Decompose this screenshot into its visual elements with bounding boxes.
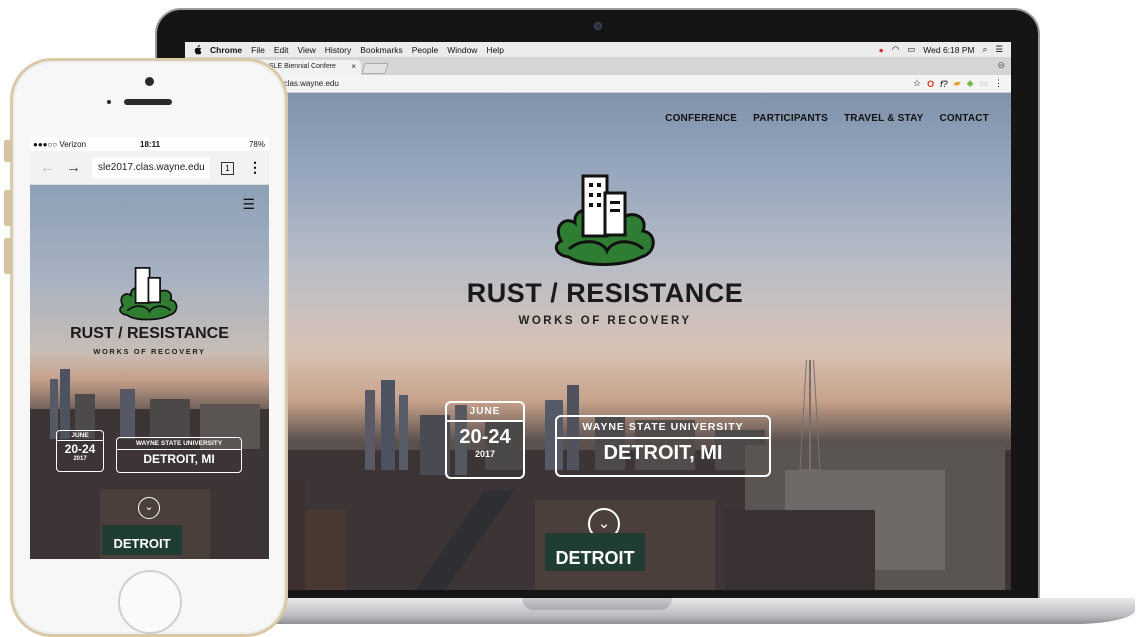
laptop-screen: Chrome File Edit View History Bookmarks …	[185, 42, 1011, 590]
phone-status-bar: ●●●○○ Verizon 18:11 78%	[30, 137, 269, 151]
phone-carrier: ●●●○○ Verizon	[33, 139, 87, 149]
phone-venue-university: WAYNE STATE UNIVERSITY	[117, 438, 241, 450]
browser-address-bar: 7.clas.wayne.edu ☆ O f? ▰ ◆ ▭ ⋮	[185, 75, 1011, 93]
phone-conference-logo-icon[interactable]	[118, 265, 180, 321]
phone-site-subtitle: WORKS OF RECOVERY	[93, 347, 206, 356]
wifi-icon[interactable]: ◠	[892, 44, 899, 55]
menu-people[interactable]: People	[412, 45, 438, 55]
date-year: 2017	[474, 449, 496, 459]
tab-title: SLE Biennial Confere	[269, 63, 336, 70]
laptop-notch	[522, 598, 672, 610]
phone-home-button[interactable]	[118, 570, 182, 634]
phone-detroit-sign: DETROIT	[102, 525, 182, 555]
menu-app-chrome[interactable]: Chrome	[210, 45, 242, 55]
menu-window[interactable]: Window	[447, 45, 477, 55]
phone-volume-up	[4, 190, 12, 226]
phone-site-title: RUST / RESISTANCE	[70, 325, 229, 342]
menubar-clock[interactable]: Wed 6:18 PM	[923, 45, 974, 55]
site-nav: CONFERENCE PARTICIPANTS TRAVEL & STAY CO…	[665, 113, 989, 124]
nav-contact[interactable]: CONTACT	[939, 113, 989, 124]
phone-speaker	[124, 99, 172, 105]
gem-extension-icon[interactable]: ◆	[967, 78, 974, 89]
phone-venue-box: WAYNE STATE UNIVERSITY DETROIT, MI	[116, 437, 242, 473]
spotlight-search-icon[interactable]: ⌕	[983, 44, 988, 55]
notification-center-icon[interactable]: ☰	[995, 44, 1003, 55]
opera-extension-icon[interactable]: O	[927, 79, 934, 89]
phone-volume-down	[4, 238, 12, 274]
mac-menubar: Chrome File Edit View History Bookmarks …	[185, 42, 1011, 57]
menu-edit[interactable]: Edit	[274, 45, 289, 55]
phone-time: 18:11	[140, 139, 161, 149]
phone-screen: ●●●○○ Verizon 18:11 78% ← → sle2017.clas…	[30, 137, 269, 559]
phone-date-month: JUNE	[57, 431, 103, 441]
venue-box: WAYNE STATE UNIVERSITY DETROIT, MI	[555, 415, 771, 477]
url-input[interactable]: 7.clas.wayne.edu	[277, 79, 339, 88]
menu-bookmarks[interactable]: Bookmarks	[360, 45, 403, 55]
formula-extension-icon[interactable]: f?	[940, 79, 948, 89]
phone-date-days: 20-24	[64, 442, 96, 456]
site-title: RUST / RESISTANCE	[466, 278, 744, 308]
menubar-status-area: ● ◠ ▭ Wed 6:18 PM ⌕ ☰	[879, 42, 1003, 57]
site-subtitle: WORKS OF RECOVERY	[518, 315, 692, 327]
phone-menu-icon[interactable]: ⋮	[248, 159, 262, 176]
device-mockup: Chrome File Edit View History Bookmarks …	[0, 0, 1138, 637]
nav-conference[interactable]: CONFERENCE	[665, 113, 737, 124]
phone-date-year: 2017	[73, 456, 87, 462]
venue-university: WAYNE STATE UNIVERSITY	[557, 417, 769, 439]
laptop-camera	[594, 22, 602, 30]
phone-url-input[interactable]: sle2017.clas.wayne.edu	[92, 157, 210, 179]
menu-history[interactable]: History	[325, 45, 351, 55]
website-hero: CONFERENCE PARTICIPANTS TRAVEL & STAY CO…	[185, 93, 1011, 590]
new-tab-button[interactable]	[360, 63, 390, 74]
extension-icons: ☆ O f? ▰ ◆ ▭ ⋮	[913, 78, 1003, 89]
tab-close-icon[interactable]: ×	[351, 62, 356, 71]
date-box: JUNE 20-24 2017	[445, 401, 525, 479]
phone-front-camera	[145, 77, 154, 86]
folder-extension-icon[interactable]: ▰	[954, 78, 961, 89]
menu-help[interactable]: Help	[486, 45, 503, 55]
phone-sensor	[107, 100, 111, 104]
back-arrow-icon[interactable]: ←	[40, 159, 55, 176]
conference-logo-icon[interactable]	[553, 171, 659, 267]
apple-icon[interactable]	[193, 44, 202, 55]
profile-icon[interactable]: ⊖	[997, 60, 1005, 71]
date-days: 20-24	[459, 426, 511, 448]
phone-battery: 78%	[248, 139, 265, 149]
phone-tab-switcher[interactable]: 1	[221, 162, 234, 175]
date-month: JUNE	[447, 403, 523, 422]
phone-venue-city: DETROIT, MI	[143, 452, 215, 466]
phone-website-hero: ☰ RUST / RESISTANCE WORKS OF RECOVERY JU…	[30, 185, 269, 559]
menu-file[interactable]: File	[251, 45, 265, 55]
bookmark-star-icon[interactable]: ☆	[913, 78, 921, 89]
nav-participants[interactable]: PARTICIPANTS	[753, 113, 828, 124]
forward-arrow-icon[interactable]: →	[66, 159, 81, 176]
menu-view[interactable]: View	[297, 45, 315, 55]
battery-icon[interactable]: ▭	[907, 44, 915, 55]
hamburger-menu-icon[interactable]: ☰	[242, 196, 255, 213]
chrome-menu-icon[interactable]: ⋮	[994, 78, 1003, 89]
phone-date-box: JUNE 20-24 2017	[56, 430, 104, 472]
phone-mute-switch	[4, 140, 12, 162]
status-app-icon[interactable]: ●	[879, 45, 884, 55]
detroit-sign: DETROIT	[545, 533, 645, 571]
phone-scroll-down-chevron-icon[interactable]: ⌄	[138, 497, 160, 519]
phone-browser-bar: ← → sle2017.clas.wayne.edu 1 ⋮	[30, 151, 269, 185]
browser-tabstrip: SLE Biennial Confere × ⊖	[185, 57, 1011, 75]
extension-icon[interactable]: ▭	[979, 78, 988, 89]
nav-travel-stay[interactable]: TRAVEL & STAY	[844, 113, 923, 124]
venue-city: DETROIT, MI	[603, 442, 723, 464]
